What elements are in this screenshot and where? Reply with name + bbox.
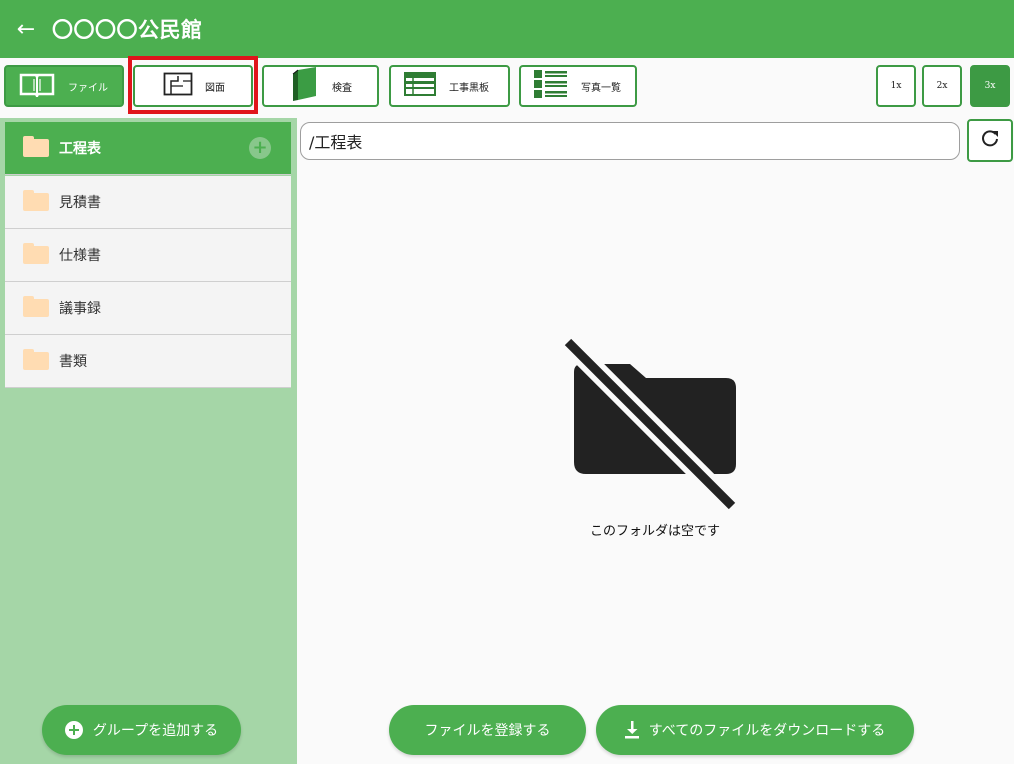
- download-all-button[interactable]: すべてのファイルをダウンロードする: [596, 705, 914, 755]
- folder-icon: [23, 136, 49, 157]
- drawing-tab-button[interactable]: 図面: [133, 65, 253, 107]
- refresh-button[interactable]: [967, 119, 1013, 162]
- download-icon: [624, 721, 639, 739]
- inspection-tab-button[interactable]: 検査: [262, 65, 379, 107]
- folder-icon: [23, 296, 49, 317]
- add-circle-icon: [64, 721, 83, 739]
- page-title: 〇〇〇〇公民館: [52, 18, 203, 42]
- sidebar-item-label: 書類: [59, 354, 87, 370]
- download-all-label: すべてのファイルをダウンロードする: [648, 723, 886, 739]
- zoom-3x-button[interactable]: 3x: [970, 65, 1010, 107]
- register-file-button[interactable]: ファイルを登録する: [389, 705, 586, 755]
- add-group-button[interactable]: グループを追加する: [42, 705, 241, 755]
- list-icon: [533, 69, 569, 103]
- app-header: ← 〇〇〇〇公民館: [0, 0, 1014, 58]
- sidebar-item-schedule[interactable]: 工程表 +: [5, 122, 291, 175]
- book-icon: [18, 71, 56, 101]
- blackboard-icon: [403, 71, 437, 101]
- sidebar-item-label: 見積書: [59, 195, 101, 211]
- toolbar: ファイル 図面 検査 工事黒板 写真一覧: [0, 58, 1014, 118]
- folder-icon: [23, 349, 49, 370]
- folder-icon: [23, 243, 49, 264]
- register-file-label: ファイルを登録する: [424, 723, 551, 739]
- path-field: /工程表: [300, 122, 960, 160]
- empty-folder-message: このフォルダは空です: [589, 524, 720, 539]
- photo-list-tab-button[interactable]: 写真一覧: [519, 65, 637, 107]
- sidebar-item-estimate[interactable]: 見積書: [5, 176, 291, 229]
- drawing-tab-label: 図面: [205, 82, 225, 94]
- add-group-label: グループを追加する: [92, 723, 219, 739]
- add-folder-icon[interactable]: +: [249, 137, 271, 159]
- sidebar-item-label: 仕様書: [59, 248, 101, 264]
- zoom-2x-button[interactable]: 2x: [922, 65, 962, 107]
- floorplan-icon: [163, 72, 193, 100]
- file-tab-button[interactable]: ファイル: [4, 65, 124, 107]
- folder-icon: [23, 190, 49, 211]
- sidebar-item-minutes[interactable]: 議事録: [5, 282, 291, 335]
- construction-board-tab-label: 工事黒板: [449, 82, 489, 94]
- zoom-1x-button[interactable]: 1x: [876, 65, 916, 107]
- sidebar-item-label: 議事録: [59, 301, 101, 317]
- sidebar-item-documents[interactable]: 書類: [5, 335, 291, 388]
- refresh-icon: [980, 128, 1000, 153]
- sidebar: 工程表 + 見積書 仕様書 議事録 書類: [0, 118, 297, 764]
- folder-off-icon: [560, 334, 740, 520]
- back-arrow-icon[interactable]: ←: [0, 0, 52, 58]
- file-tab-label: ファイル: [68, 82, 108, 94]
- binder-icon: [290, 66, 320, 106]
- sidebar-item-specification[interactable]: 仕様書: [5, 229, 291, 282]
- construction-board-tab-button[interactable]: 工事黒板: [389, 65, 510, 107]
- sidebar-item-label: 工程表: [59, 141, 101, 157]
- inspection-tab-label: 検査: [332, 82, 352, 94]
- photo-list-tab-label: 写真一覧: [581, 82, 621, 94]
